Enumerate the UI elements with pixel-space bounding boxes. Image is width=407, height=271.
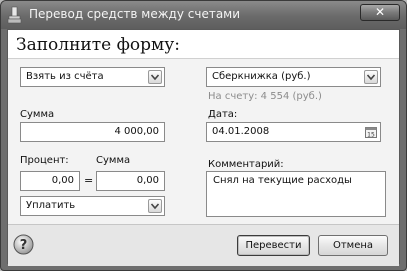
dialog-window: Перевод средств между счетами ✕ Заполнит… [0,0,407,271]
fee-input[interactable]: 0,00 [96,171,165,191]
comment-label: Комментарий: [208,159,284,170]
percent-label: Процент: [20,155,69,166]
dialog-footer: ? Перевести Отмена [8,224,399,266]
target-account-value: Сберкнижка (руб.) [212,71,311,82]
close-button[interactable]: ✕ [360,4,400,21]
chevron-down-icon[interactable] [148,199,162,213]
amount-label: Сумма [20,109,55,120]
form-header: Заполните форму: [8,30,399,58]
date-input[interactable]: 04.01.2008 15 [206,122,381,142]
fee-mode-select[interactable]: Уплатить [20,196,165,216]
target-account-select[interactable]: Сберкнижка (руб.) [206,67,381,87]
app-icon [7,6,22,24]
form-area: Взять из счёта Сберкнижка (руб.) На счет… [8,58,399,225]
balance-hint: На счету: 4 554 (руб.) [208,91,322,102]
date-label: Дата: [208,109,238,120]
chevron-down-icon[interactable] [364,70,378,84]
fee-mode-value: Уплатить [26,200,76,211]
equals-sign: = [84,174,94,187]
help-icon[interactable]: ? [13,234,34,255]
close-icon: ✕ [374,5,386,19]
date-value: 04.01.2008 [212,126,270,137]
window-title: Перевод средств между счетами [29,7,241,21]
dialog-client: Заполните форму: Взять из счёта Сберкниж… [7,29,400,266]
form-title: Заполните форму: [16,35,180,55]
svg-text:15: 15 [367,132,375,139]
amount-input[interactable]: 4 000,00 [20,122,165,142]
transfer-button[interactable]: Перевести [237,235,310,256]
title-bar[interactable]: Перевод средств между счетами ✕ [1,1,406,29]
svg-text:?: ? [20,238,28,253]
comment-textarea[interactable]: Снял на текущие расходы [206,171,386,217]
chevron-down-icon[interactable] [148,70,162,84]
fee-label: Сумма [96,155,131,166]
source-account-value: Взять из счёта [26,71,104,82]
calendar-icon[interactable]: 15 [365,126,377,138]
cancel-button[interactable]: Отмена [318,235,388,256]
source-account-select[interactable]: Взять из счёта [20,67,165,87]
percent-input[interactable]: 0,00 [20,171,80,191]
